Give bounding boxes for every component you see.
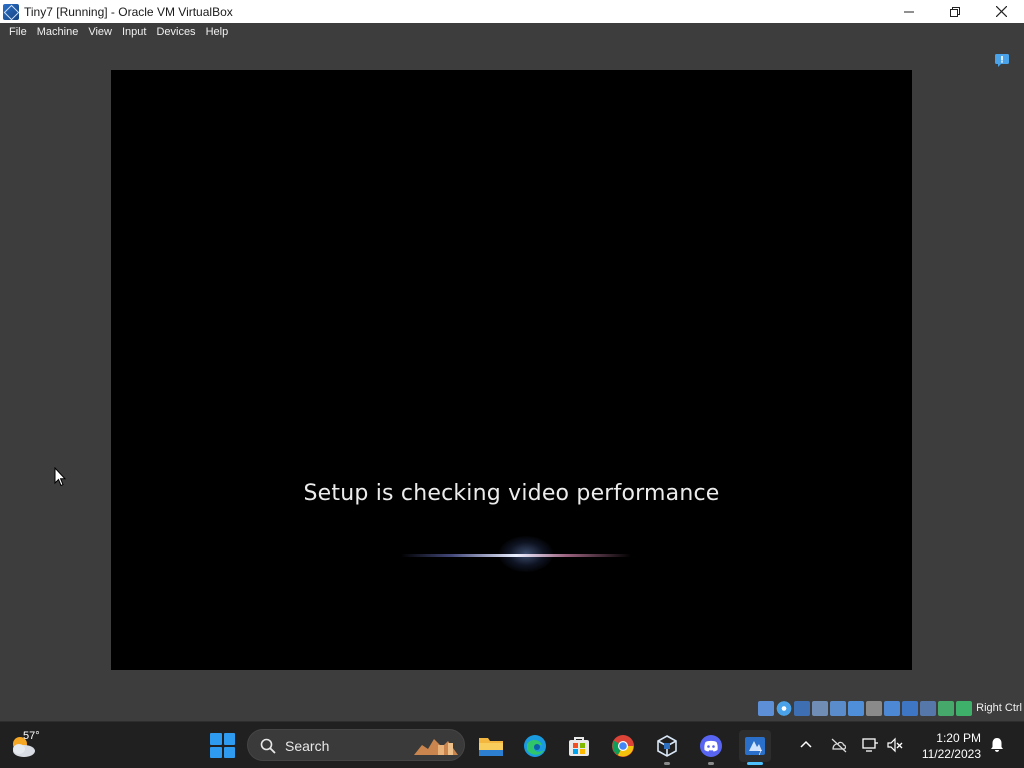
system-clock[interactable]: 1:20 PM 11/22/2023 [922,730,981,762]
floppy-icon[interactable] [794,700,811,716]
window-title: Tiny7 [Running] - Oracle VM VirtualBox [24,4,233,19]
start-icon [210,733,222,745]
taskbar-virtualbox[interactable] [651,730,683,765]
network-icon[interactable] [830,700,847,716]
weather-temperature: 57° [23,730,40,742]
vm-status-bar: Right Ctrl [758,699,1022,717]
volume-muted-icon[interactable] [886,736,904,754]
close-icon [995,6,1007,17]
onedrive-offline-icon[interactable] [830,736,848,754]
setup-status-message: Setup is checking video performance [303,481,720,506]
chrome-icon [612,735,634,757]
active-indicator [747,762,763,765]
guest-additions-icon[interactable] [938,700,955,716]
notification-bell-icon[interactable] [989,737,1005,753]
shared-folders-icon[interactable] [866,700,883,716]
mouse-cursor-icon [54,467,66,487]
progress-light-streak [401,554,631,557]
menu-devices[interactable]: Devices [151,23,200,41]
title-bar: Tiny7 [Running] - Oracle VM VirtualBox [0,0,1024,23]
minimize-icon [904,11,914,12]
running-indicator [664,762,670,765]
menu-view[interactable]: View [83,23,117,41]
search-box[interactable]: Search [247,729,465,761]
search-highlight-art-icon [414,739,458,755]
audio-icon[interactable] [812,700,829,716]
usb-icon[interactable] [848,700,865,716]
minimize-button[interactable] [886,0,932,23]
store-icon [569,737,589,756]
taskbar-vm-window[interactable]: 7 [739,730,771,765]
windows-taskbar: 57° Search 7 1:20 PM 11/22/2023 [0,721,1024,768]
menu-file[interactable]: File [4,23,32,41]
vm-window-icon: 7 [745,737,765,757]
search-icon [260,738,276,754]
message-notification-icon[interactable] [994,53,1010,67]
menu-help[interactable]: Help [201,23,234,41]
recording-icon[interactable] [902,700,919,716]
taskbar-edge[interactable] [519,730,551,762]
window-controls [886,0,1024,23]
taskbar-file-explorer[interactable] [475,730,507,762]
running-indicator [708,762,714,765]
start-button[interactable] [210,733,235,758]
virtualization-icon[interactable] [920,700,937,716]
close-button[interactable] [978,0,1024,23]
maximize-button[interactable] [932,0,978,23]
vm-display[interactable]: Setup is checking video performance [111,70,912,670]
menu-input[interactable]: Input [117,23,151,41]
host-key-label: Right Ctrl [976,702,1022,714]
taskbar-store[interactable] [563,730,595,762]
taskbar-chrome[interactable] [607,730,639,762]
menu-bar: File Machine View Input Devices Help [0,23,1024,41]
taskbar-discord[interactable] [695,730,727,765]
file-explorer-icon [479,738,503,756]
chevron-up-icon[interactable] [797,736,815,754]
keyboard-capture-icon[interactable] [956,700,973,716]
clock-time: 1:20 PM [936,731,981,745]
optical-drive-icon[interactable] [776,700,793,716]
svg-text:7: 7 [758,750,762,757]
search-placeholder: Search [285,738,330,754]
hard-disk-icon[interactable] [758,700,775,716]
network-icon[interactable] [861,736,879,754]
menu-machine[interactable]: Machine [32,23,84,41]
virtualbox-app-icon [3,3,19,20]
virtualbox-icon [657,735,677,757]
display-icon[interactable] [884,700,901,716]
restore-icon [950,6,960,17]
edge-icon [524,735,546,757]
clock-date: 11/22/2023 [921,747,981,761]
discord-icon [700,735,722,757]
